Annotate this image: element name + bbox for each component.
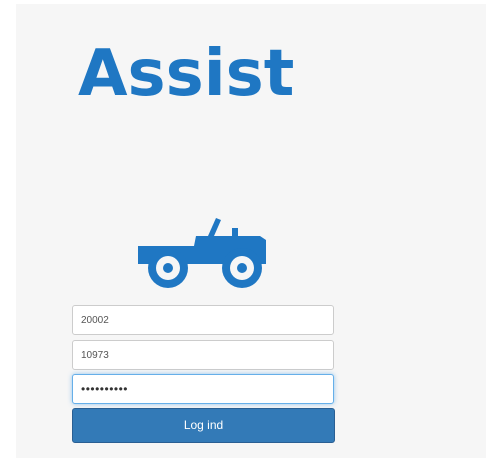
username-input[interactable]	[72, 305, 334, 335]
pin-input[interactable]	[72, 340, 334, 370]
app-logo-text: Assist	[78, 37, 295, 111]
password-input[interactable]	[72, 374, 334, 404]
jeep-icon	[138, 218, 266, 288]
login-button[interactable]: Log ind	[72, 408, 335, 443]
